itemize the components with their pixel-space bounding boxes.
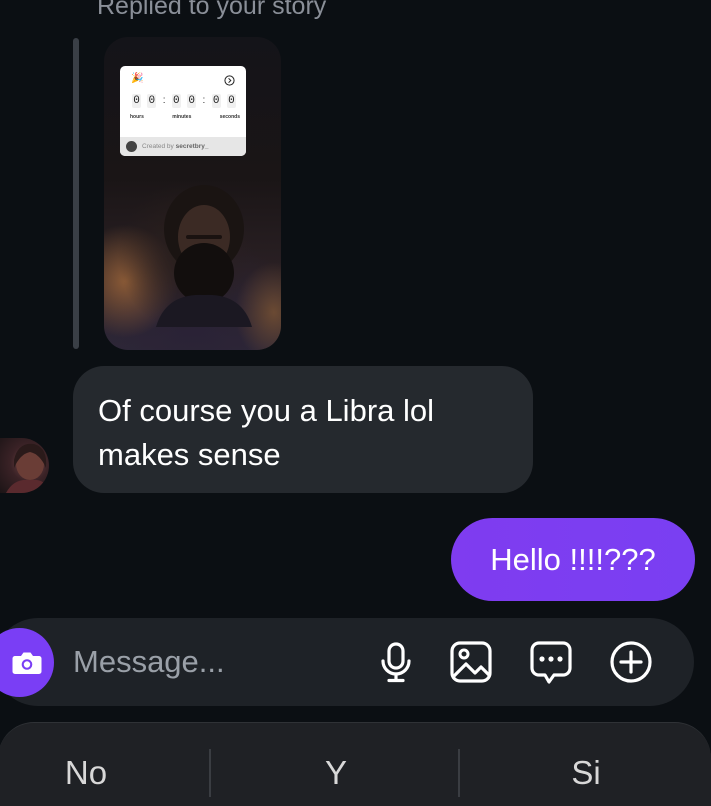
gallery-button[interactable] — [447, 638, 495, 686]
plus-circle-icon — [610, 641, 652, 683]
more-options-button[interactable] — [607, 638, 655, 686]
camera-icon — [12, 652, 41, 674]
keyboard-suggestion[interactable]: Si — [466, 744, 706, 802]
sender-avatar[interactable] — [0, 438, 49, 493]
countdown-digit: 0 — [171, 94, 181, 108]
countdown-digit: 0 — [132, 94, 141, 108]
suggestion-divider — [458, 749, 460, 797]
incoming-message-bubble[interactable]: Of course you a Libra lol makes sense — [73, 366, 533, 493]
outgoing-message-bubble[interactable]: Hello !!!!??? — [451, 518, 695, 601]
countdown-digit: 0 — [147, 94, 157, 108]
countdown-unit-hours: hours — [130, 114, 144, 120]
reply-indicator-line — [73, 38, 79, 349]
story-thumbnail[interactable]: 🎉 0 0 : 0 0 : 0 0 hours minutes seconds … — [104, 37, 281, 350]
countdown-digits: 0 0 : 0 0 : 0 0 — [132, 94, 236, 108]
keyboard-suggestion[interactable]: Y — [216, 744, 456, 802]
story-reply-label: Replied to your story — [97, 0, 327, 20]
keyboard-suggestion[interactable]: No — [0, 744, 172, 802]
created-by-user: secretbry_ — [175, 143, 209, 150]
countdown-sticker[interactable]: 🎉 0 0 : 0 0 : 0 0 hours minutes seconds … — [120, 66, 246, 156]
countdown-creator-footer: Created by secretbry_ — [120, 137, 246, 156]
sticker-chat-icon — [530, 641, 572, 684]
voice-message-button[interactable] — [372, 638, 420, 686]
countdown-unit-labels: hours minutes seconds — [130, 114, 240, 120]
countdown-digit: 0 — [211, 94, 221, 108]
incoming-message-line-2: makes sense — [98, 437, 281, 472]
arrow-circle-icon — [224, 75, 235, 86]
countdown-unit-minutes: minutes — [172, 114, 192, 120]
story-photo-subject — [156, 177, 252, 327]
gallery-icon — [450, 641, 492, 683]
created-by-prefix: Created by — [142, 143, 174, 150]
microphone-icon — [381, 642, 411, 683]
suggestion-divider — [209, 749, 211, 797]
countdown-digit: 0 — [226, 94, 236, 108]
dm-thread-screen: Replied to your story 🎉 0 0 : 0 0 : 0 0 — [0, 0, 711, 806]
countdown-digit: 0 — [187, 94, 197, 108]
incoming-message-line-1: Of course you a Libra lol — [98, 393, 435, 428]
creator-avatar — [126, 141, 137, 152]
countdown-unit-seconds: seconds — [219, 114, 240, 120]
party-popper-icon: 🎉 — [131, 73, 144, 84]
sticker-chat-button[interactable] — [527, 638, 575, 686]
message-input[interactable] — [73, 638, 353, 686]
